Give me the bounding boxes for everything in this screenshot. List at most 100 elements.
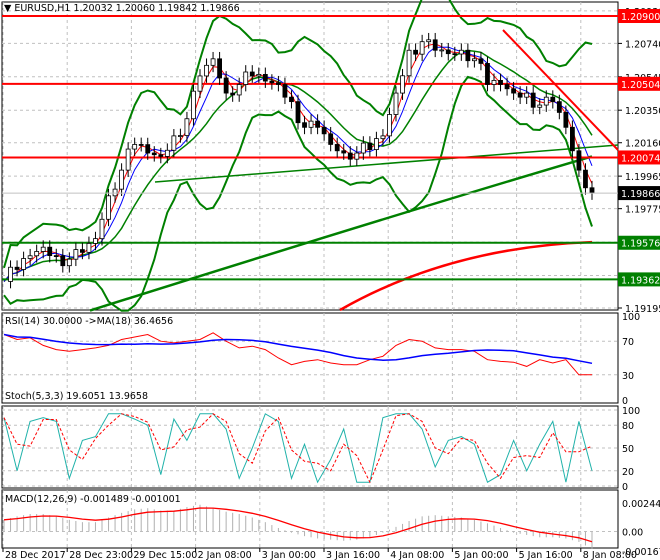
candle-body (432, 39, 438, 51)
time-label: 29 Dec 15:00 (133, 550, 197, 560)
candle-body (439, 49, 445, 52)
candle-body (458, 49, 464, 55)
candle-body (308, 120, 314, 128)
ohlc-values: 1.20032 1.20060 1.19842 1.19866 (73, 3, 240, 14)
candle-body (367, 142, 373, 150)
rsi-tick: 30 (622, 371, 634, 382)
candle-body (262, 73, 268, 82)
price-label: 1.19775 (625, 205, 660, 216)
candle-body (556, 101, 562, 113)
candle-body (106, 195, 111, 220)
chart-canvas[interactable]: 28 Dec 2017 28 Dec 23:00 29 Dec 15:00 2 Jan… (0, 0, 660, 560)
candle-body (504, 84, 510, 90)
candle-body (413, 49, 419, 55)
level-label: 1.19576 (621, 239, 660, 250)
candle-body (34, 251, 40, 257)
candle-body (177, 135, 183, 137)
candle-body (537, 104, 543, 108)
candle-body (47, 246, 53, 256)
candle-body (452, 53, 458, 56)
dropdown-triangle-icon[interactable]: ▼ (4, 3, 11, 14)
candle-body (80, 249, 85, 253)
candle-body (125, 148, 131, 171)
time-label: 4 Jan 08:00 (390, 550, 444, 560)
price-label: 1.20740 (625, 39, 660, 50)
candle-body (27, 255, 33, 259)
candle-body (93, 238, 98, 244)
candle-body (387, 114, 392, 137)
candle-body (151, 152, 157, 156)
chart-window[interactable]: 28 Dec 2017 28 Dec 23:00 29 Dec 15:00 2 Jan… (0, 0, 660, 560)
candle-body (197, 75, 203, 92)
time-label: 3 Jan 16:00 (326, 550, 380, 560)
candle-body (360, 142, 366, 154)
candle-body (576, 150, 582, 171)
candle-body (256, 73, 262, 77)
macd-tick: 0.00 (622, 527, 643, 538)
candle-body (315, 120, 321, 128)
candle-body (145, 144, 151, 154)
rsi-tick: 100 (622, 312, 640, 323)
rsi-ma-line (3, 333, 593, 365)
candle-body (498, 79, 503, 85)
chart-header: ▼ EURUSD,H1 1.20032 1.20060 1.19842 1.19… (4, 3, 240, 14)
candle-body (517, 92, 523, 98)
candle-body (112, 188, 118, 197)
candle-body (243, 71, 249, 85)
candle-body (589, 187, 595, 194)
candle-body (66, 258, 72, 267)
candle-body (445, 49, 451, 55)
candle-body (321, 126, 327, 135)
candle-body (217, 58, 223, 79)
stoch-tick: 100 (622, 406, 640, 417)
panel-frame (1, 1, 619, 311)
candle-body (328, 133, 334, 145)
candle-body (223, 77, 229, 94)
candle-body (478, 58, 484, 64)
ma-red-line (339, 240, 593, 312)
candle-body (86, 243, 92, 253)
macd-signal-line (3, 507, 593, 543)
price-label: 1.20350 (625, 106, 660, 117)
candle-body (14, 266, 20, 270)
candle-body (204, 64, 209, 77)
candle-body (53, 255, 59, 257)
candle-body (295, 101, 301, 124)
panel-frame (1, 405, 619, 489)
candle-body (275, 82, 281, 85)
price-label: 1.20160 (625, 139, 660, 150)
time-label: 2 Jan 08:00 (198, 550, 252, 560)
candle-body (164, 149, 170, 157)
candle-body (426, 39, 432, 43)
rsi-title: RSI(14) 30.0000 ->MA(18) 36.4656 (5, 316, 174, 327)
candle-body (230, 92, 236, 96)
candle-body (380, 135, 386, 140)
candle-body (132, 144, 138, 150)
candle-body (184, 118, 190, 136)
candle-body (373, 138, 379, 150)
candle-body (354, 152, 360, 160)
level-label: 1.20504 (621, 80, 660, 91)
price-label: 1.19965 (625, 172, 660, 183)
current-price-label: 1.19866 (621, 189, 660, 200)
candle-body (341, 150, 347, 154)
candle-body (550, 96, 556, 103)
candle-body (485, 63, 490, 85)
candle-body (570, 126, 575, 152)
macd-tick: 0.002446 (622, 499, 660, 510)
candle-body (191, 90, 196, 120)
time-label: 28 Dec 23:00 (69, 550, 133, 560)
candle-body (99, 218, 105, 240)
candle-body (583, 169, 588, 189)
candle-body (419, 41, 425, 55)
stoch-title: Stoch(5,3,3) 19.6051 13.9658 (5, 391, 149, 402)
candle-body (138, 144, 144, 146)
candle-body (282, 84, 288, 98)
time-label: 28 Dec 2017 (5, 550, 66, 560)
time-label: 5 Jan 16:00 (519, 550, 573, 560)
candle-body (524, 92, 530, 98)
candle-body (21, 258, 27, 270)
candle-body (491, 79, 497, 85)
candle-body (530, 92, 536, 108)
candle-body (543, 96, 549, 106)
